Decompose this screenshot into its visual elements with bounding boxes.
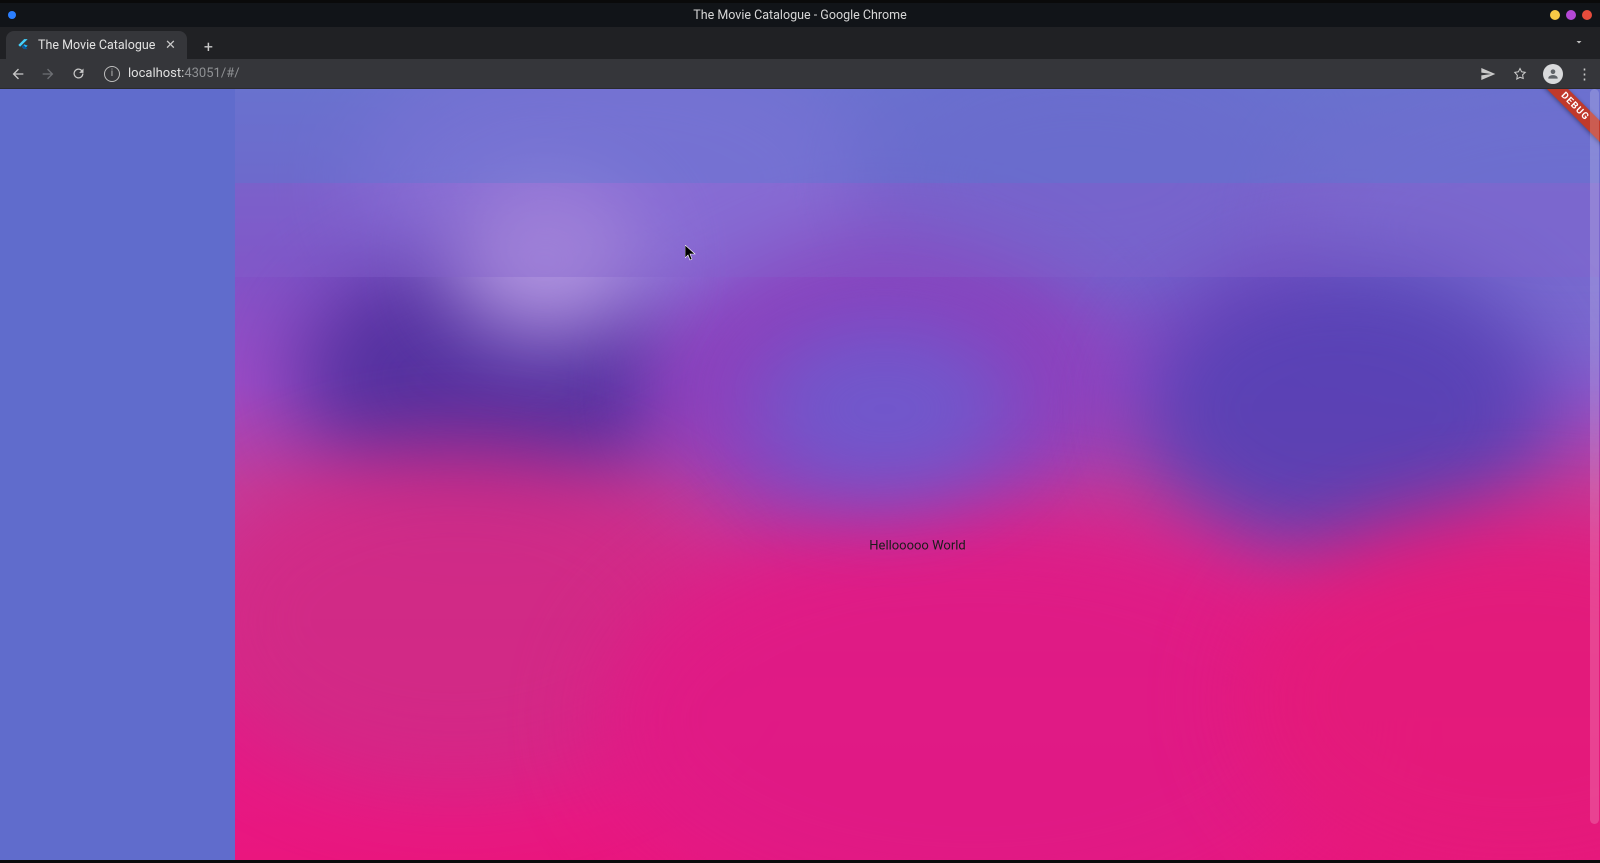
site-info-icon[interactable]: i <box>104 66 120 82</box>
browser-tab[interactable]: The Movie Catalogue ✕ <box>6 31 187 59</box>
hello-world-text: Hellooooo World <box>869 538 965 553</box>
chrome-menu-button[interactable]: ⋮ <box>1577 65 1592 83</box>
tab-overflow-button[interactable] <box>1568 31 1590 53</box>
url-host: localhost: <box>128 66 184 81</box>
vertical-scrollbar[interactable] <box>1589 89 1600 863</box>
bookmark-star-icon[interactable] <box>1511 65 1529 83</box>
bg-blob <box>755 319 1015 499</box>
window-maximize-button[interactable] <box>1566 10 1576 20</box>
scrollbar-thumb[interactable] <box>1590 89 1599 824</box>
tab-title: The Movie Catalogue <box>38 38 155 53</box>
app-sidebar <box>0 89 235 863</box>
profile-avatar[interactable] <box>1543 64 1563 84</box>
window-controls <box>1550 10 1592 20</box>
window-title: The Movie Catalogue - Google Chrome <box>693 8 906 23</box>
bg-blob <box>445 179 645 339</box>
flutter-favicon-icon <box>16 38 30 52</box>
back-button[interactable] <box>8 64 28 84</box>
reload-button[interactable] <box>68 64 88 84</box>
window-title-bar: The Movie Catalogue - Google Chrome <box>0 3 1600 27</box>
app-indicator-dot <box>8 11 16 19</box>
new-tab-button[interactable]: + <box>195 33 221 59</box>
bg-blob <box>1235 509 1600 863</box>
app-main: Hellooooo World DEBUG <box>235 89 1600 863</box>
page-viewport: Hellooooo World DEBUG <box>0 89 1600 863</box>
tab-strip: The Movie Catalogue ✕ + <box>0 27 1600 59</box>
window-minimize-button[interactable] <box>1550 10 1560 20</box>
toolbar-right: ⋮ <box>1479 64 1592 84</box>
send-icon[interactable] <box>1479 65 1497 83</box>
url-path: 43051/#/ <box>184 66 239 81</box>
browser-toolbar: i localhost:43051/#/ ⋮ <box>0 59 1600 89</box>
address-bar[interactable]: i localhost:43051/#/ <box>98 63 1469 85</box>
forward-button[interactable] <box>38 64 58 84</box>
tab-close-button[interactable]: ✕ <box>163 38 177 52</box>
window-close-button[interactable] <box>1582 10 1592 20</box>
